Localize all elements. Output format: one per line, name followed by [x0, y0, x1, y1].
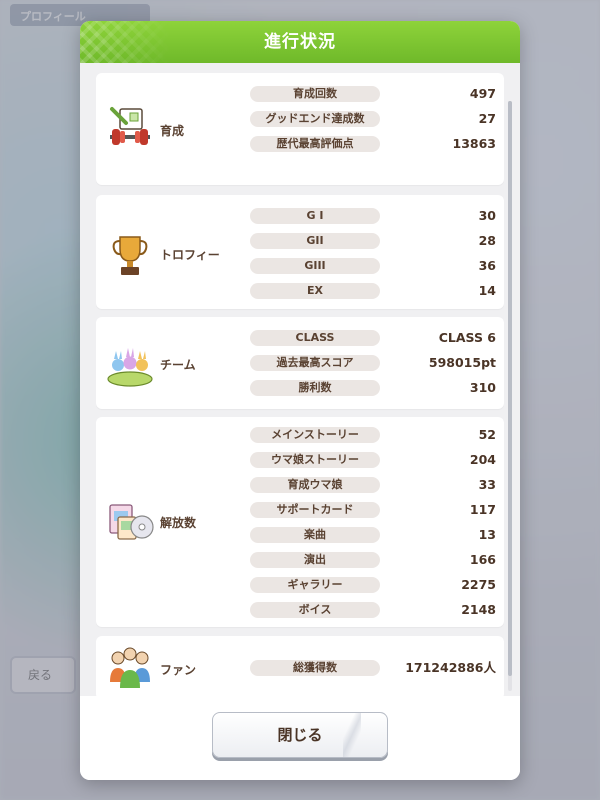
stat-row: CLASS CLASS 6 [250, 330, 496, 348]
stat-row: 歴代最高評価点 13863 [250, 136, 496, 154]
stat-value: 497 [469, 86, 496, 101]
section-team: チーム CLASS CLASS 6 過去最高スコア 598015pt 勝利数 3… [96, 317, 504, 409]
stat-value: 13 [478, 527, 496, 542]
dialog-header: 進行状況 [80, 21, 520, 63]
stat-row: 勝利数 310 [250, 380, 496, 398]
unlock-icon [109, 504, 154, 540]
stat-value: 52 [478, 427, 496, 442]
stat-label: 育成ウマ娘 [250, 477, 380, 493]
stat-row: 育成回数 497 [250, 86, 496, 104]
stat-value: 2148 [461, 602, 496, 617]
stat-label: 演出 [250, 552, 380, 568]
stat-label: 楽曲 [250, 527, 380, 543]
trophy-icon [112, 236, 148, 275]
stat-label: ギャラリー [250, 577, 380, 593]
stat-label: メインストーリー [250, 427, 380, 443]
stat-value: 310 [469, 380, 496, 395]
close-button-label: 閉じる [277, 726, 323, 744]
section-trophy: トロフィー G I 30 GII 28 GIII 36 EX 14 [96, 195, 504, 309]
team-icon [107, 348, 153, 387]
stat-label: 総獲得数 [250, 660, 380, 676]
button-shine [343, 713, 361, 757]
section-label: ファン [160, 663, 197, 677]
section-unlocks: 解放数 メインストーリー 52 ウマ娘ストーリー 204 育成ウマ娘 33 サポ… [96, 417, 504, 627]
stat-row: メインストーリー 52 [250, 427, 496, 445]
stat-value: 28 [478, 233, 496, 248]
stat-label: グッドエンド達成数 [250, 111, 380, 127]
stat-label: CLASS [250, 330, 380, 346]
stat-label: 育成回数 [250, 86, 380, 102]
stat-row: サポートカード 117 [250, 502, 496, 520]
stat-row: ギャラリー 2275 [250, 577, 496, 595]
header-pattern [80, 21, 170, 63]
section-fans: ファン 総獲得数 171242886人 [96, 636, 504, 696]
stat-value: 27 [478, 111, 496, 126]
stat-label: サポートカード [250, 502, 380, 518]
stat-value: 13863 [452, 136, 497, 151]
stats-scroll-area[interactable]: 育成 育成回数 497 グッドエンド達成数 27 歴代最高評価点 13863 ト… [96, 73, 504, 696]
section-label: チーム [160, 358, 196, 372]
stat-value: 36 [478, 258, 496, 273]
stat-value: 14 [478, 283, 496, 298]
stat-row: GII 28 [250, 233, 496, 251]
stat-value: 30 [478, 208, 496, 223]
stat-label: ウマ娘ストーリー [250, 452, 380, 468]
stat-value: 33 [478, 477, 496, 492]
stat-value: 117 [469, 502, 496, 517]
stat-row: 過去最高スコア 598015pt [250, 355, 496, 373]
stat-value: 171242886人 [405, 660, 496, 675]
stat-label: G I [250, 208, 380, 224]
stat-label: GII [250, 233, 380, 249]
stat-value: 204 [469, 452, 496, 467]
stat-value: 166 [469, 552, 496, 567]
scrollbar[interactable] [508, 101, 512, 691]
stat-label: 勝利数 [250, 380, 380, 396]
stat-label: GIII [250, 258, 380, 274]
section-label: 育成 [160, 124, 185, 138]
stat-row: 演出 166 [250, 552, 496, 570]
section-training: 育成 育成回数 497 グッドエンド達成数 27 歴代最高評価点 13863 [96, 73, 504, 185]
stat-label: ボイス [250, 602, 380, 618]
stat-row: グッドエンド達成数 27 [250, 111, 496, 129]
stat-row: 育成ウマ娘 33 [250, 477, 496, 495]
close-button[interactable]: 閉じる [212, 712, 388, 758]
dialog-body[interactable]: 育成 育成回数 497 グッドエンド達成数 27 歴代最高評価点 13863 ト… [80, 63, 520, 696]
stat-value: 598015pt [428, 355, 496, 370]
section-label: 解放数 [160, 516, 197, 530]
stat-label: 過去最高スコア [250, 355, 380, 371]
stat-row: 総獲得数 171242886人 [250, 660, 496, 678]
dialog-footer: 閉じる [80, 696, 520, 780]
stat-value: 2275 [461, 577, 496, 592]
stat-row: G I 30 [250, 208, 496, 226]
stat-value: CLASS 6 [438, 330, 496, 345]
fans-icon [110, 647, 150, 688]
stat-row: ウマ娘ストーリー 204 [250, 452, 496, 470]
section-label: トロフィー [160, 248, 220, 262]
training-icon [110, 107, 150, 145]
stat-row: 楽曲 13 [250, 527, 496, 545]
stat-label: 歴代最高評価点 [250, 136, 380, 152]
scrollbar-thumb[interactable] [508, 101, 512, 676]
stat-label: EX [250, 283, 380, 299]
progress-dialog: 進行状況 育成 育成回数 497 グッドエンド達成数 27 歴代最高評価点 13… [80, 21, 520, 780]
stat-row: GIII 36 [250, 258, 496, 276]
stat-row: EX 14 [250, 283, 496, 301]
stat-row: ボイス 2148 [250, 602, 496, 620]
